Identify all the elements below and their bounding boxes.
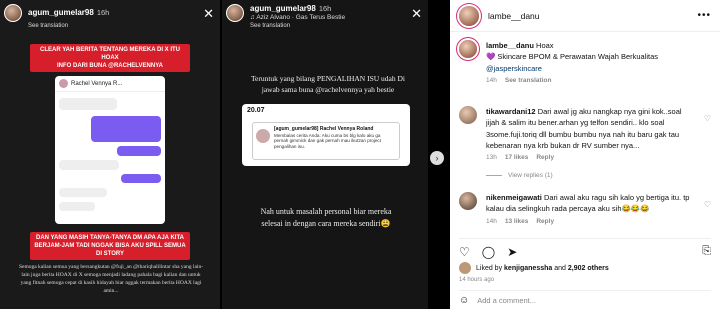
caption-username[interactable]: lambe__danu <box>486 41 534 50</box>
see-translation: See translation <box>28 23 69 29</box>
like-comment-heart-icon[interactable]: ♡ <box>704 114 711 123</box>
liked-others[interactable]: 2,902 others <box>568 265 609 272</box>
card-avatar <box>256 129 270 143</box>
chat-screenshot: Rachel Vennya R... <box>55 76 165 224</box>
close-icon: ✕ <box>203 5 214 21</box>
avatar[interactable] <box>459 106 477 124</box>
chat-bubble <box>59 160 119 170</box>
story-header: agum_gumelar98 16h ♫ Aziz Alvano · Gas Te… <box>226 2 422 24</box>
caption-line: 💜 Skincare BPOM & Perawatan Wajah Berkua… <box>486 52 659 62</box>
chat-avatar <box>59 79 68 88</box>
chat-bubble <box>59 202 95 211</box>
story-header: agum_gumelar98 16h ✕ <box>4 2 214 24</box>
card-title: [agum_gumelar98] Rachel Vennya Roland <box>274 126 374 132</box>
story-text-bottom: Nah untuk masalah personal biar mereka s… <box>260 207 392 228</box>
caption-title: Hoax <box>536 41 554 50</box>
chat-bubble <box>59 188 107 197</box>
post-caption: lambe__danu Hoax 💜 Skincare BPOM & Peraw… <box>459 40 711 86</box>
liked-and: and <box>554 264 566 272</box>
action-bar: ♡ ◯ ➤ ⎘ <box>459 238 711 260</box>
story-screenshot-2: agum_gumelar98 16h ♫ Aziz Alvano · Gas Te… <box>222 0 428 309</box>
avatar[interactable] <box>459 262 471 274</box>
avatar[interactable] <box>459 192 477 210</box>
avatar[interactable] <box>459 5 479 26</box>
bottom-banner: DAN YANG MASIH TANYA-TANYA DM APA AJA KI… <box>30 232 190 261</box>
emoji-icon[interactable]: ☺ <box>459 295 469 306</box>
liked-by: Liked by kenjiganessha and 2,902 others <box>459 262 609 274</box>
post-media[interactable]: agum_gumelar98 16h ✕ See translation CLEA… <box>0 0 450 309</box>
see-translation: See translation <box>250 23 291 29</box>
post-sidebar: lambe__danu ••• lambe__danu Hoax 💜 Skinc… <box>450 0 720 309</box>
story-screenshot-1: agum_gumelar98 16h ✕ See translation CLEA… <box>0 0 220 309</box>
chat-bubble <box>59 98 117 110</box>
card-text: Membalas cerita Anda: Aku cuma bs blg ka… <box>274 132 381 150</box>
avatar <box>4 4 22 22</box>
comment-username[interactable]: tikawardani12 <box>486 107 536 116</box>
avatar[interactable] <box>459 40 477 58</box>
comment-time: 14h <box>486 217 497 225</box>
see-translation-link[interactable]: See translation <box>505 77 552 84</box>
comment-likes[interactable]: 13 likes <box>505 218 529 225</box>
caption-time: 14h <box>486 76 497 84</box>
share-icon[interactable]: ➤ <box>507 245 517 259</box>
card-time: 20.07 <box>247 107 265 114</box>
reply-button[interactable]: Reply <box>536 218 554 225</box>
top-banner: CLEAR YAH BERITA TENTANG MEREKA DI X ITU… <box>30 44 190 73</box>
heart-icon[interactable]: ♡ <box>459 245 470 259</box>
comment-username[interactable]: nikenmeigawati <box>486 193 542 202</box>
story-caption: Semoga kalian semua yang bersangkutan @f… <box>18 264 204 294</box>
chat-bubble <box>121 174 161 183</box>
comment-item: tikawardani12 Dari awal jg aku nangkap n… <box>459 106 711 163</box>
post-time: 14 hours ago <box>459 277 495 283</box>
bookmark-icon[interactable]: ⎘ <box>702 245 711 258</box>
view-replies-button[interactable]: View replies (1) <box>486 172 553 179</box>
chat-name: Rachel Vennya R... <box>71 80 123 87</box>
comment-icon[interactable]: ◯ <box>482 245 495 259</box>
comment-time: 13h <box>486 154 497 161</box>
story-time: 16h <box>318 4 332 14</box>
chat-bubble <box>91 116 161 142</box>
reply-button[interactable]: Reply <box>536 154 554 161</box>
comment-likes[interactable]: 17 likes <box>505 154 529 161</box>
chat-bubble <box>117 146 161 156</box>
avatar <box>226 4 244 22</box>
liked-user[interactable]: kenjiganessha <box>504 265 552 272</box>
story-username: agum_gumelar98 <box>28 8 94 18</box>
story-username: agum_gumelar98 <box>250 4 316 14</box>
account-name[interactable]: lambe__danu <box>488 11 540 21</box>
liked-by-label: Liked by <box>476 264 503 272</box>
post-header: lambe__danu ••• <box>450 0 720 32</box>
story-text-top: Teruntuk yang bilang PENGALIHAN ISU udah… <box>250 74 406 94</box>
story-music: Aziz Alvano · Gas Terus Bestie <box>256 14 346 22</box>
reply-card: 20.07 [agum_gumelar98] Rachel Vennya Rol… <box>242 104 410 166</box>
close-icon: ✕ <box>411 5 422 21</box>
add-comment-bar: ☺ Add a comment... <box>459 290 711 309</box>
add-comment-input[interactable]: Add a comment... <box>477 296 536 305</box>
story-time: 16h <box>96 8 110 18</box>
like-comment-heart-icon[interactable]: ♡ <box>704 200 711 209</box>
more-options-icon[interactable]: ••• <box>697 10 711 21</box>
caption-mention[interactable]: @jasperskincare <box>486 63 658 74</box>
next-arrow-icon[interactable]: › <box>430 151 444 165</box>
comment-item: nikenmeigawati Dari awal aku ragu sih ka… <box>459 192 711 226</box>
